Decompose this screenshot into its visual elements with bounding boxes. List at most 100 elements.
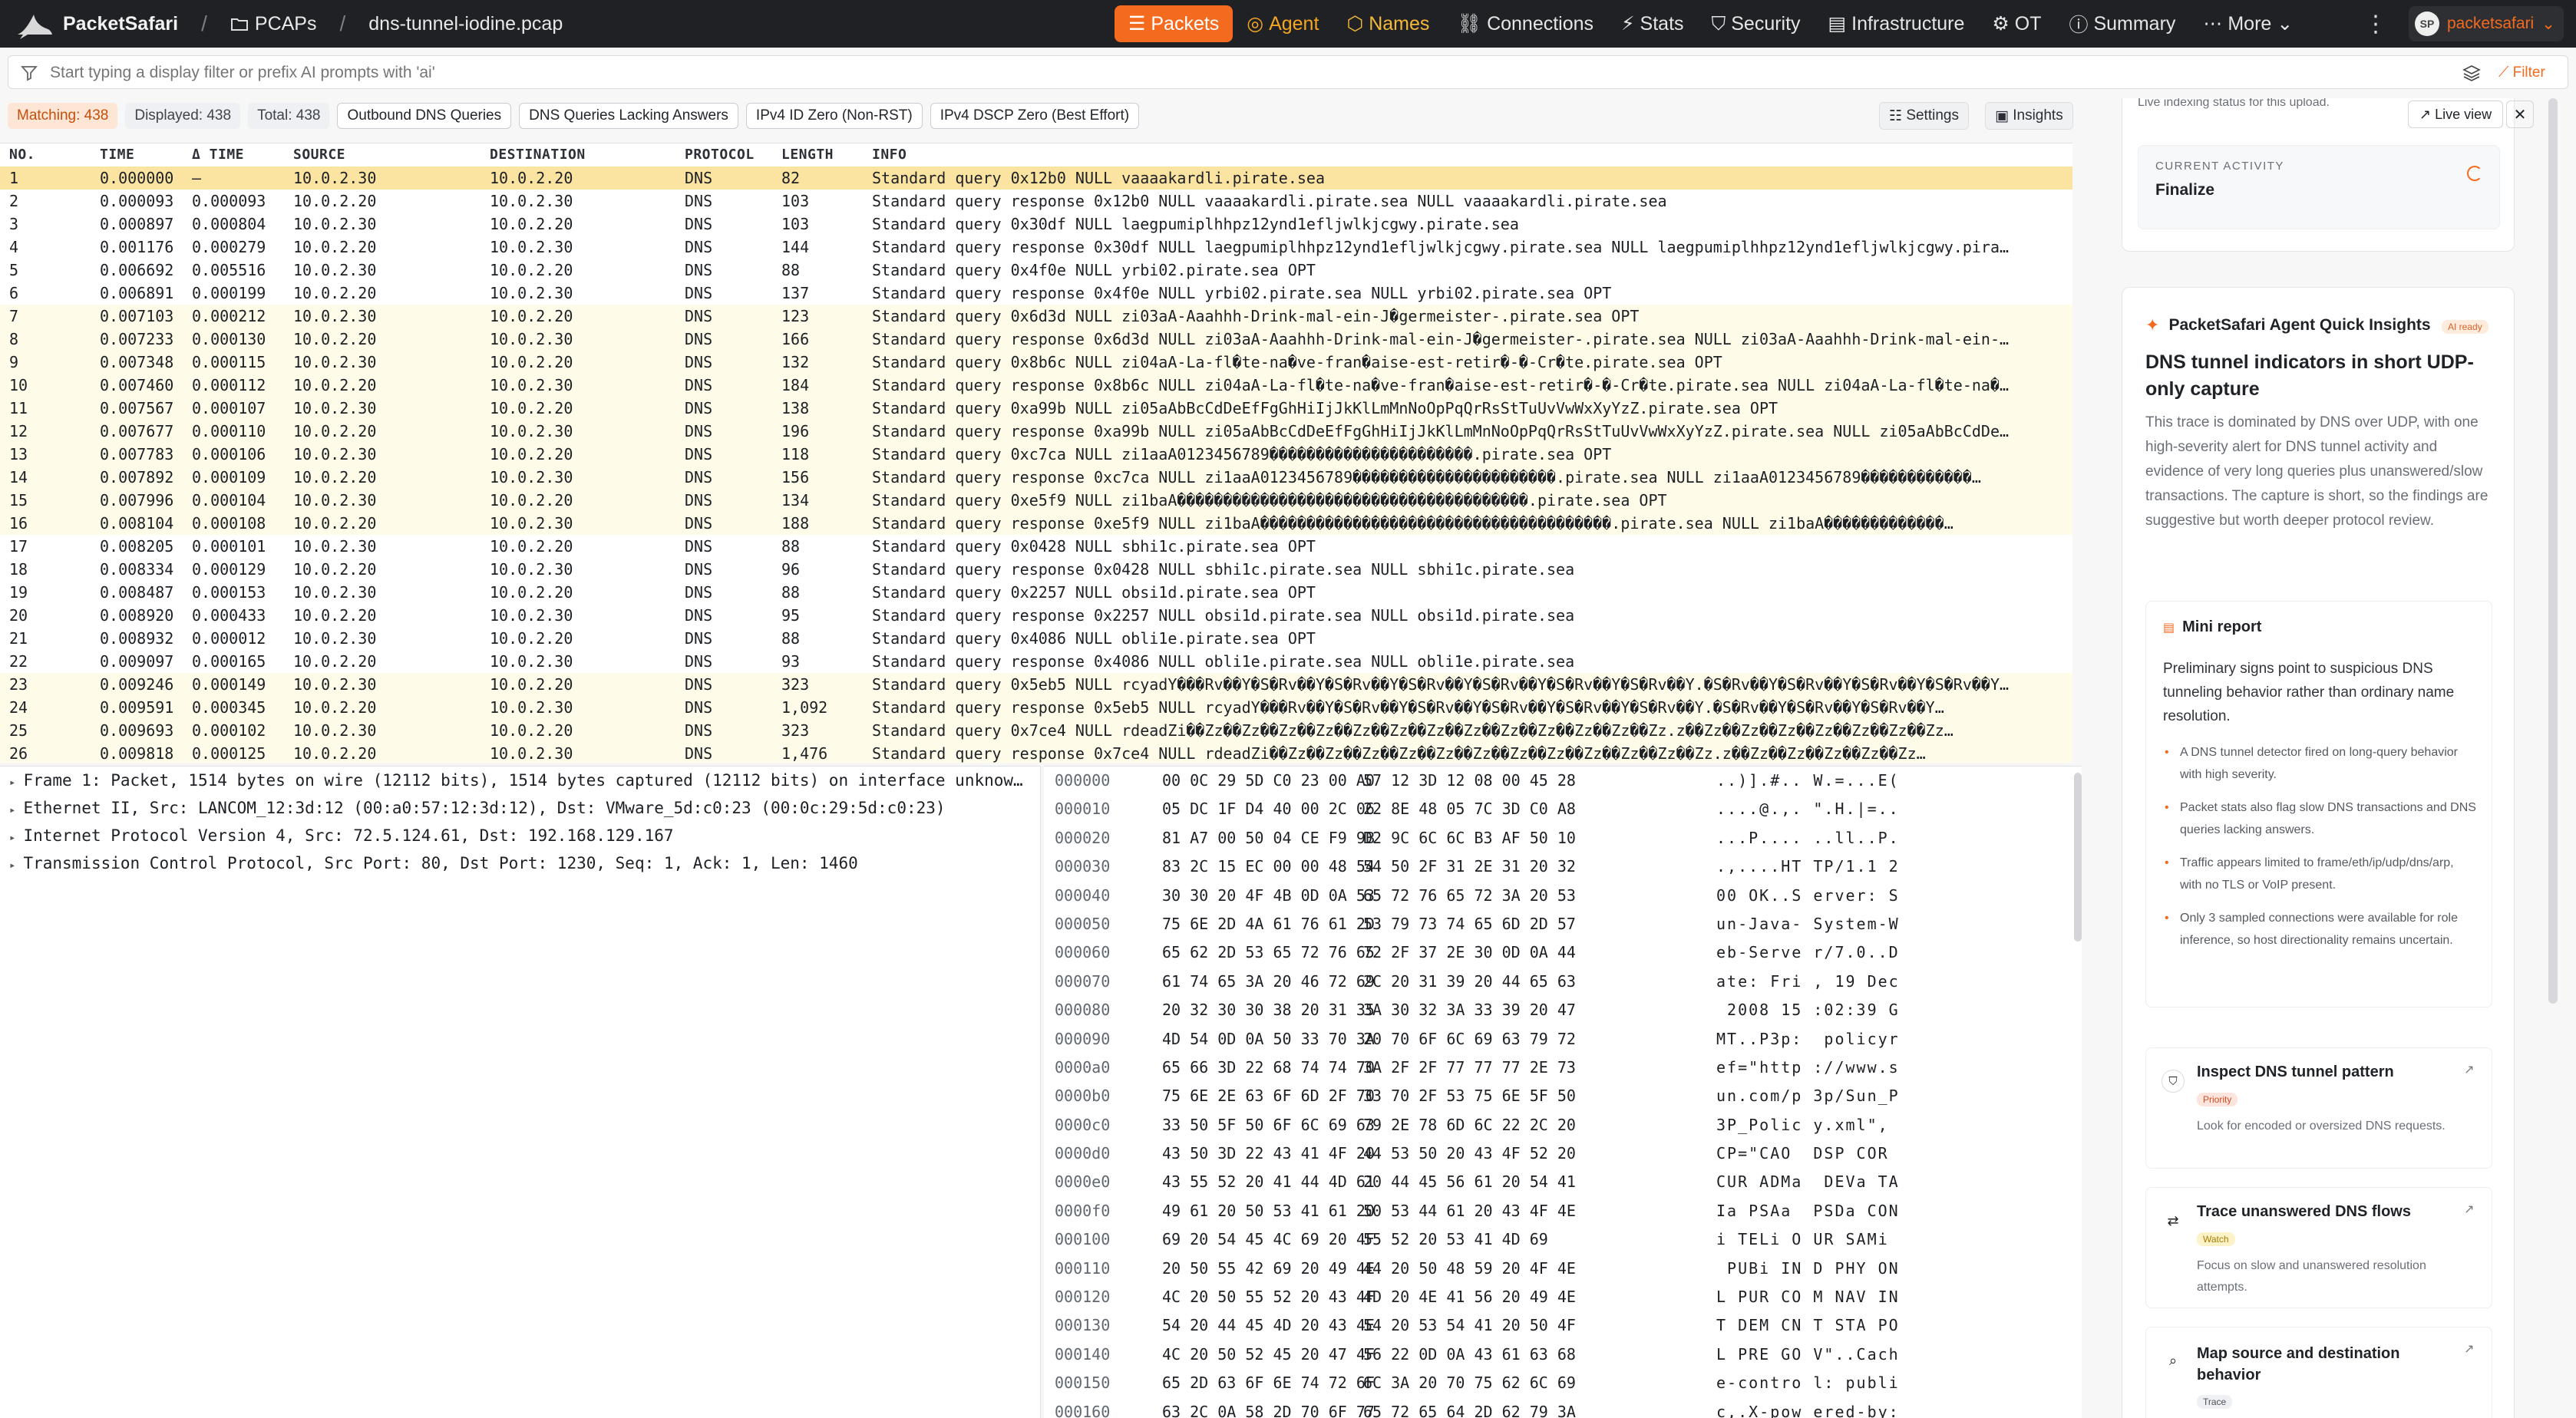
insights-button[interactable]: ▣ Insights bbox=[1985, 102, 2073, 130]
col-destination[interactable]: DESTINATION bbox=[481, 143, 675, 167]
packet-row[interactable]: 6 0.006891 0.000199 10.0.2.20 10.0.2.30 DNS 13… bbox=[0, 282, 2072, 305]
detail-ethernet[interactable]: ▸ Ethernet II, Src: LANCOM_12:3d:12 (00:a… bbox=[0, 794, 1040, 822]
packet-row[interactable]: 9 0.007348 0.000115 10.0.2.30 10.0.2.20 DNS 13… bbox=[0, 351, 2072, 374]
packet-row[interactable]: 8 0.007233 0.000130 10.0.2.20 10.0.2.30 DNS 16… bbox=[0, 328, 2072, 351]
preset-dns-lacking-answers[interactable]: DNS Queries Lacking Answers bbox=[519, 103, 738, 129]
hex-row[interactable]: 000050 75 6E 2D 4A 61 76 61 2D 53 79 73 74… bbox=[1044, 910, 2082, 938]
live-view-button[interactable]: ↗ Live view bbox=[2408, 101, 2504, 128]
hex-row[interactable]: 000110 20 50 55 42 69 20 49 4E 44 20 50 48… bbox=[1044, 1255, 2082, 1283]
hex-row[interactable]: 000030 83 2C 15 EC 00 00 48 54 54 50 2F 31… bbox=[1044, 852, 2082, 881]
packet-row[interactable]: 2 0.000093 0.000093 10.0.2.20 10.0.2.30 DNS 10… bbox=[0, 190, 2072, 213]
packet-row[interactable]: 4 0.001176 0.000279 10.0.2.20 10.0.2.30 DNS 14… bbox=[0, 236, 2072, 259]
hex-row[interactable]: 0000e0 43 55 52 20 41 44 4D 61 20 44 45 56… bbox=[1044, 1168, 2082, 1196]
breadcrumb-file[interactable]: dns-tunnel-iodine.pcap bbox=[368, 13, 563, 35]
layers-icon[interactable] bbox=[2462, 64, 2482, 82]
packet-row[interactable]: 12 0.007677 0.000110 10.0.2.20 10.0.2.30 DNS 1… bbox=[0, 420, 2072, 443]
hex-row[interactable]: 000090 4D 54 0D 0A 50 33 70 3A 20 70 6F 6C… bbox=[1044, 1025, 2082, 1054]
hex-row[interactable]: 0000a0 65 66 3D 22 68 74 74 70 3A 2F 2F 77… bbox=[1044, 1054, 2082, 1082]
hex-row[interactable]: 000020 81 A7 00 50 04 CE F9 9B D2 9C 6C 6C… bbox=[1044, 824, 2082, 852]
hex-row[interactable]: 000080 20 32 30 30 38 20 31 35 3A 30 32 3A… bbox=[1044, 996, 2082, 1024]
bullet-item: • A DNS tunnel detector fired on long-que… bbox=[2165, 746, 2458, 781]
tab-infrastructure[interactable]: ▤ Infrastructure bbox=[1815, 5, 1979, 42]
preset-ipv4-id-zero[interactable]: IPv4 ID Zero (Non-RST) bbox=[745, 103, 923, 129]
hex-row[interactable]: 000120 4C 20 50 55 52 20 43 4F 4D 20 4E 41… bbox=[1044, 1283, 2082, 1311]
settings-button[interactable]: ☷ Settings bbox=[1879, 102, 1969, 130]
cell-length: 88 bbox=[781, 629, 801, 648]
packet-row[interactable]: 5 0.006692 0.005516 10.0.2.30 10.0.2.20 DNS 88… bbox=[0, 259, 2072, 282]
tab-more[interactable]: ⋯ More ⌄ bbox=[2189, 5, 2307, 42]
packet-row[interactable]: 13 0.007783 0.000106 10.0.2.30 10.0.2.20 DNS 1… bbox=[0, 443, 2072, 466]
hex-row[interactable]: 0000f0 49 61 20 50 53 41 61 20 50 53 44 61… bbox=[1044, 1197, 2082, 1225]
action-map-source-destination[interactable]: ⌕ Map source and destination behavior Tr… bbox=[2145, 1327, 2492, 1418]
action-trace-unanswered-dns[interactable]: ⇄ Trace unanswered DNS flows Watch Focus… bbox=[2145, 1187, 2492, 1308]
live-indexing-text: Live indexing status for this upload. bbox=[2138, 98, 2330, 109]
detail-frame[interactable]: ▸ Frame 1: Packet, 1514 bytes on wire (12… bbox=[0, 767, 1040, 794]
kebab-menu-icon[interactable]: ⋮ bbox=[2364, 11, 2387, 38]
col-no[interactable]: NO. bbox=[0, 143, 91, 167]
tab-agent[interactable]: ◎ Agent bbox=[1233, 5, 1333, 42]
packet-row[interactable]: 3 0.000897 0.000804 10.0.2.30 10.0.2.20 DNS 10… bbox=[0, 213, 2072, 236]
hex-row[interactable]: 000150 65 2D 63 6F 6E 74 72 6F 6C 3A 20 70… bbox=[1044, 1369, 2082, 1397]
packet-row[interactable]: 18 0.008334 0.000129 10.0.2.20 10.0.2.30 DNS 9… bbox=[0, 558, 2072, 581]
packet-row[interactable]: 22 0.009097 0.000165 10.0.2.20 10.0.2.30 DNS 9… bbox=[0, 650, 2072, 673]
tab-stats[interactable]: ⚡ Stats bbox=[1607, 5, 1697, 42]
packet-row[interactable]: 25 0.009693 0.000102 10.0.2.30 10.0.2.20 DNS 3… bbox=[0, 719, 2072, 742]
packet-row[interactable]: 17 0.008205 0.000101 10.0.2.30 10.0.2.20 DNS 8… bbox=[0, 535, 2072, 558]
preset-ipv4-dscp-zero[interactable]: IPv4 DSCP Zero (Best Effort) bbox=[930, 103, 1140, 129]
tab-summary[interactable]: ⓘ Summary bbox=[2055, 5, 2189, 42]
filter-button[interactable]: ⟋ Filter bbox=[2498, 56, 2545, 90]
hex-ascii: CUR ADMa DEVa TA bbox=[1716, 1172, 1900, 1192]
hex-row[interactable]: 000140 4C 20 50 52 45 20 47 4F 56 22 0D 0A… bbox=[1044, 1341, 2082, 1369]
cell-protocol: DNS bbox=[685, 376, 713, 394]
packet-row[interactable]: 24 0.009591 0.000345 10.0.2.20 10.0.2.30 DNS 1… bbox=[0, 696, 2072, 719]
breadcrumb-pcaps[interactable]: PCAPs bbox=[230, 13, 316, 35]
cell-source: 10.0.2.30 bbox=[293, 537, 377, 556]
hex-row[interactable]: 000040 30 30 20 4F 4B 0D 0A 53 65 72 76 65… bbox=[1044, 882, 2082, 910]
action-inspect-dns-tunnel[interactable]: ⛉ Inspect DNS tunnel pattern Priority Lo… bbox=[2145, 1047, 2492, 1169]
detail-ipv4[interactable]: ▸ Internet Protocol Version 4, Src: 72.5.… bbox=[0, 822, 1040, 849]
packet-row[interactable]: 23 0.009246 0.000149 10.0.2.30 10.0.2.20 DNS 3… bbox=[0, 673, 2072, 696]
tab-ot[interactable]: ⚙ OT bbox=[1978, 5, 2055, 42]
close-icon[interactable]: ✕ bbox=[2506, 101, 2534, 128]
col-delta-time[interactable]: Δ TIME bbox=[183, 143, 284, 167]
summary-icon: ⓘ bbox=[2069, 15, 2094, 36]
hex-scrollbar[interactable] bbox=[2074, 773, 2082, 941]
packet-row[interactable]: 19 0.008487 0.000153 10.0.2.30 10.0.2.20 DNS 8… bbox=[0, 581, 2072, 604]
cell-no: 26 bbox=[9, 744, 28, 763]
col-source[interactable]: SOURCE bbox=[284, 143, 481, 167]
tab-packets[interactable]: ☰ Packets bbox=[1115, 5, 1234, 42]
sidebar-scrollbar[interactable] bbox=[2548, 98, 2558, 1004]
hex-row[interactable]: 0000d0 43 50 3D 22 43 41 4F 20 44 53 50 20… bbox=[1044, 1139, 2082, 1168]
packet-row[interactable]: 10 0.007460 0.000112 10.0.2.20 10.0.2.30 DNS 1… bbox=[0, 374, 2072, 397]
col-protocol[interactable]: PROTOCOL bbox=[675, 143, 772, 167]
packet-row[interactable]: 1 0.000000 — 10.0.2.30 10.0.2.20 DNS 82 Standar… bbox=[0, 167, 2072, 190]
hex-row[interactable]: 0000b0 75 6E 2E 63 6F 6D 2F 70 33 70 2F 53… bbox=[1044, 1082, 2082, 1110]
hex-row[interactable]: 000160 63 2C 0A 58 2D 70 6F 77 65 72 65 64… bbox=[1044, 1398, 2082, 1418]
hex-row[interactable]: 0000c0 33 50 5F 50 6F 6C 69 63 79 2E 78 6D… bbox=[1044, 1111, 2082, 1139]
preset-outbound-dns[interactable]: Outbound DNS Queries bbox=[337, 103, 512, 129]
hex-row[interactable]: 000070 61 74 65 3A 20 46 72 69 2C 20 31 39… bbox=[1044, 968, 2082, 996]
packet-row[interactable]: 11 0.007567 0.000107 10.0.2.30 10.0.2.20 DNS 1… bbox=[0, 397, 2072, 420]
brand[interactable]: PacketSafari bbox=[15, 0, 178, 48]
packet-row[interactable]: 14 0.007892 0.000109 10.0.2.20 10.0.2.30 DNS 1… bbox=[0, 466, 2072, 489]
tab-security[interactable]: ⛉ Security bbox=[1698, 5, 1815, 42]
packet-row[interactable]: 20 0.008920 0.000433 10.0.2.20 10.0.2.30 DNS 9… bbox=[0, 604, 2072, 627]
packet-row[interactable]: 21 0.008932 0.000012 10.0.2.30 10.0.2.20 DNS 8… bbox=[0, 627, 2072, 650]
tab-names[interactable]: ⬡ Names bbox=[1333, 5, 1443, 42]
account-menu[interactable]: SP packetsafari ⌄ bbox=[2409, 6, 2564, 41]
hex-row[interactable]: 000000 00 0C 29 5D C0 23 00 A0 57 12 3D 12… bbox=[1044, 767, 2082, 795]
packet-row[interactable]: 7 0.007103 0.000212 10.0.2.30 10.0.2.20 DNS 12… bbox=[0, 305, 2072, 328]
hex-row[interactable]: 000130 54 20 44 45 4D 20 43 4E 54 20 53 54… bbox=[1044, 1311, 2082, 1340]
hex-row[interactable]: 000060 65 62 2D 53 65 72 76 65 72 2F 37 2E… bbox=[1044, 938, 2082, 967]
col-info[interactable]: INFO bbox=[863, 143, 2056, 167]
packet-row[interactable]: 26 0.009818 0.000125 10.0.2.20 10.0.2.30 DNS 1… bbox=[0, 742, 2072, 763]
tab-connections[interactable]: ⛓ Connections bbox=[1443, 5, 1607, 42]
col-length[interactable]: LENGTH bbox=[772, 143, 863, 167]
display-filter-input[interactable] bbox=[50, 56, 2276, 90]
hex-row[interactable]: 000010 05 DC 1F D4 40 00 2C 06 22 8E 48 05… bbox=[1044, 795, 2082, 823]
detail-tcp[interactable]: ▸ Transmission Control Protocol, Src Port… bbox=[0, 849, 1040, 877]
packet-row[interactable]: 15 0.007996 0.000104 10.0.2.30 10.0.2.20 DNS 1… bbox=[0, 489, 2072, 512]
hex-row[interactable]: 000100 69 20 54 45 4C 69 20 4F 55 52 20 53… bbox=[1044, 1225, 2082, 1254]
col-time[interactable]: TIME bbox=[91, 143, 183, 167]
packet-row[interactable]: 16 0.008104 0.000108 10.0.2.20 10.0.2.30 DNS 1… bbox=[0, 512, 2072, 535]
